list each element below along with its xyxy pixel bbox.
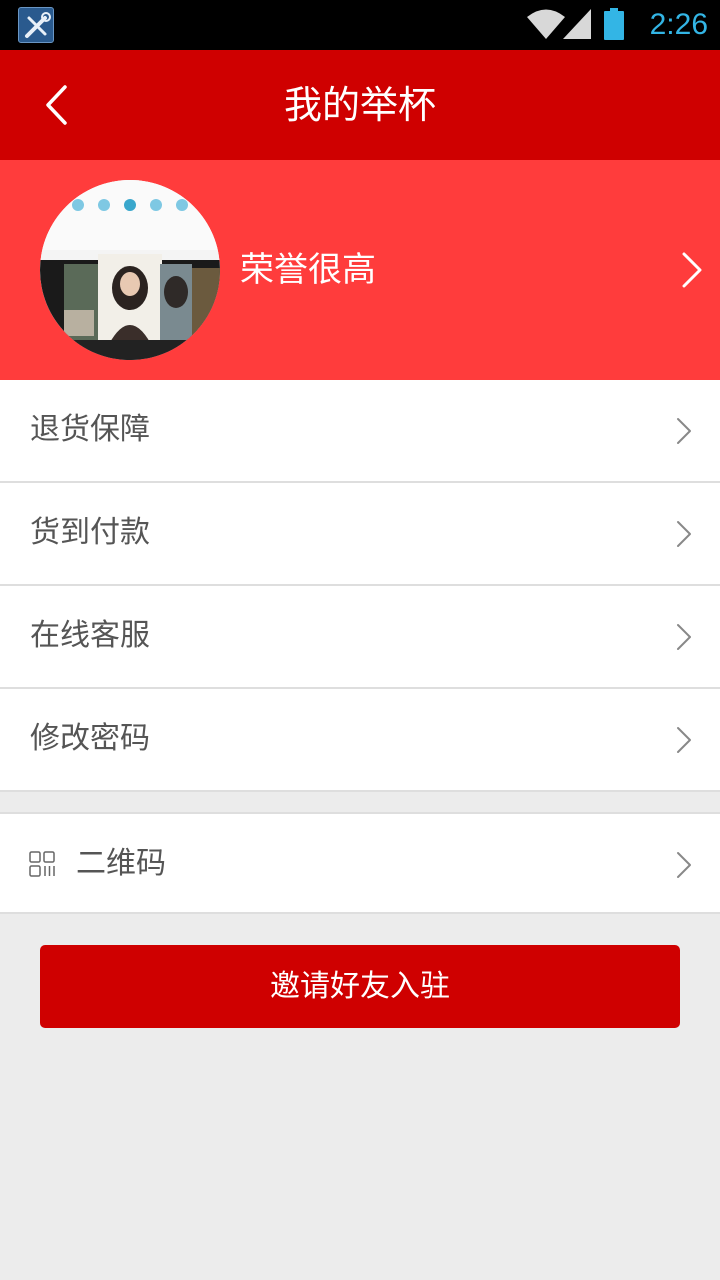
avatar[interactable] <box>40 180 220 360</box>
menu-item-return-guarantee[interactable]: 退货保障 <box>0 380 720 483</box>
username: 荣誉很高 <box>240 250 376 290</box>
chevron-right-icon <box>682 252 702 288</box>
tools-icon <box>18 7 54 43</box>
chevron-right-icon <box>677 521 691 547</box>
page-title: 我的举杯 <box>283 83 436 127</box>
title-bar: 我的举杯 <box>0 50 720 160</box>
status-bar: 2:26 <box>0 0 720 50</box>
battery-icon <box>604 8 624 40</box>
qr-code-label: 二维码 <box>76 846 166 881</box>
clock: 2:26 <box>649 8 708 41</box>
qr-code-icon <box>29 851 55 877</box>
menu-item-online-support[interactable]: 在线客服 <box>0 586 720 689</box>
profile-header[interactable]: 荣誉很高 <box>0 160 720 380</box>
chevron-right-icon <box>677 418 691 444</box>
settings-list: 退货保障 货到付款 在线客服 修改密码 <box>0 380 720 792</box>
menu-item-label: 修改密码 <box>30 721 150 756</box>
menu-item-cash-on-delivery[interactable]: 货到付款 <box>0 483 720 586</box>
menu-item-label: 在线客服 <box>30 618 150 653</box>
cell-signal-icon <box>563 9 591 39</box>
invite-friends-button[interactable]: 邀请好友入驻 <box>40 945 680 1028</box>
menu-item-label: 退货保障 <box>30 412 150 447</box>
chevron-right-icon <box>677 852 691 878</box>
menu-item-change-password[interactable]: 修改密码 <box>0 689 720 792</box>
wifi-icon <box>527 9 565 39</box>
chevron-right-icon <box>677 727 691 753</box>
chevron-right-icon <box>677 624 691 650</box>
menu-item-qr-code[interactable]: 二维码 <box>0 812 720 914</box>
menu-item-label: 货到付款 <box>30 515 150 550</box>
